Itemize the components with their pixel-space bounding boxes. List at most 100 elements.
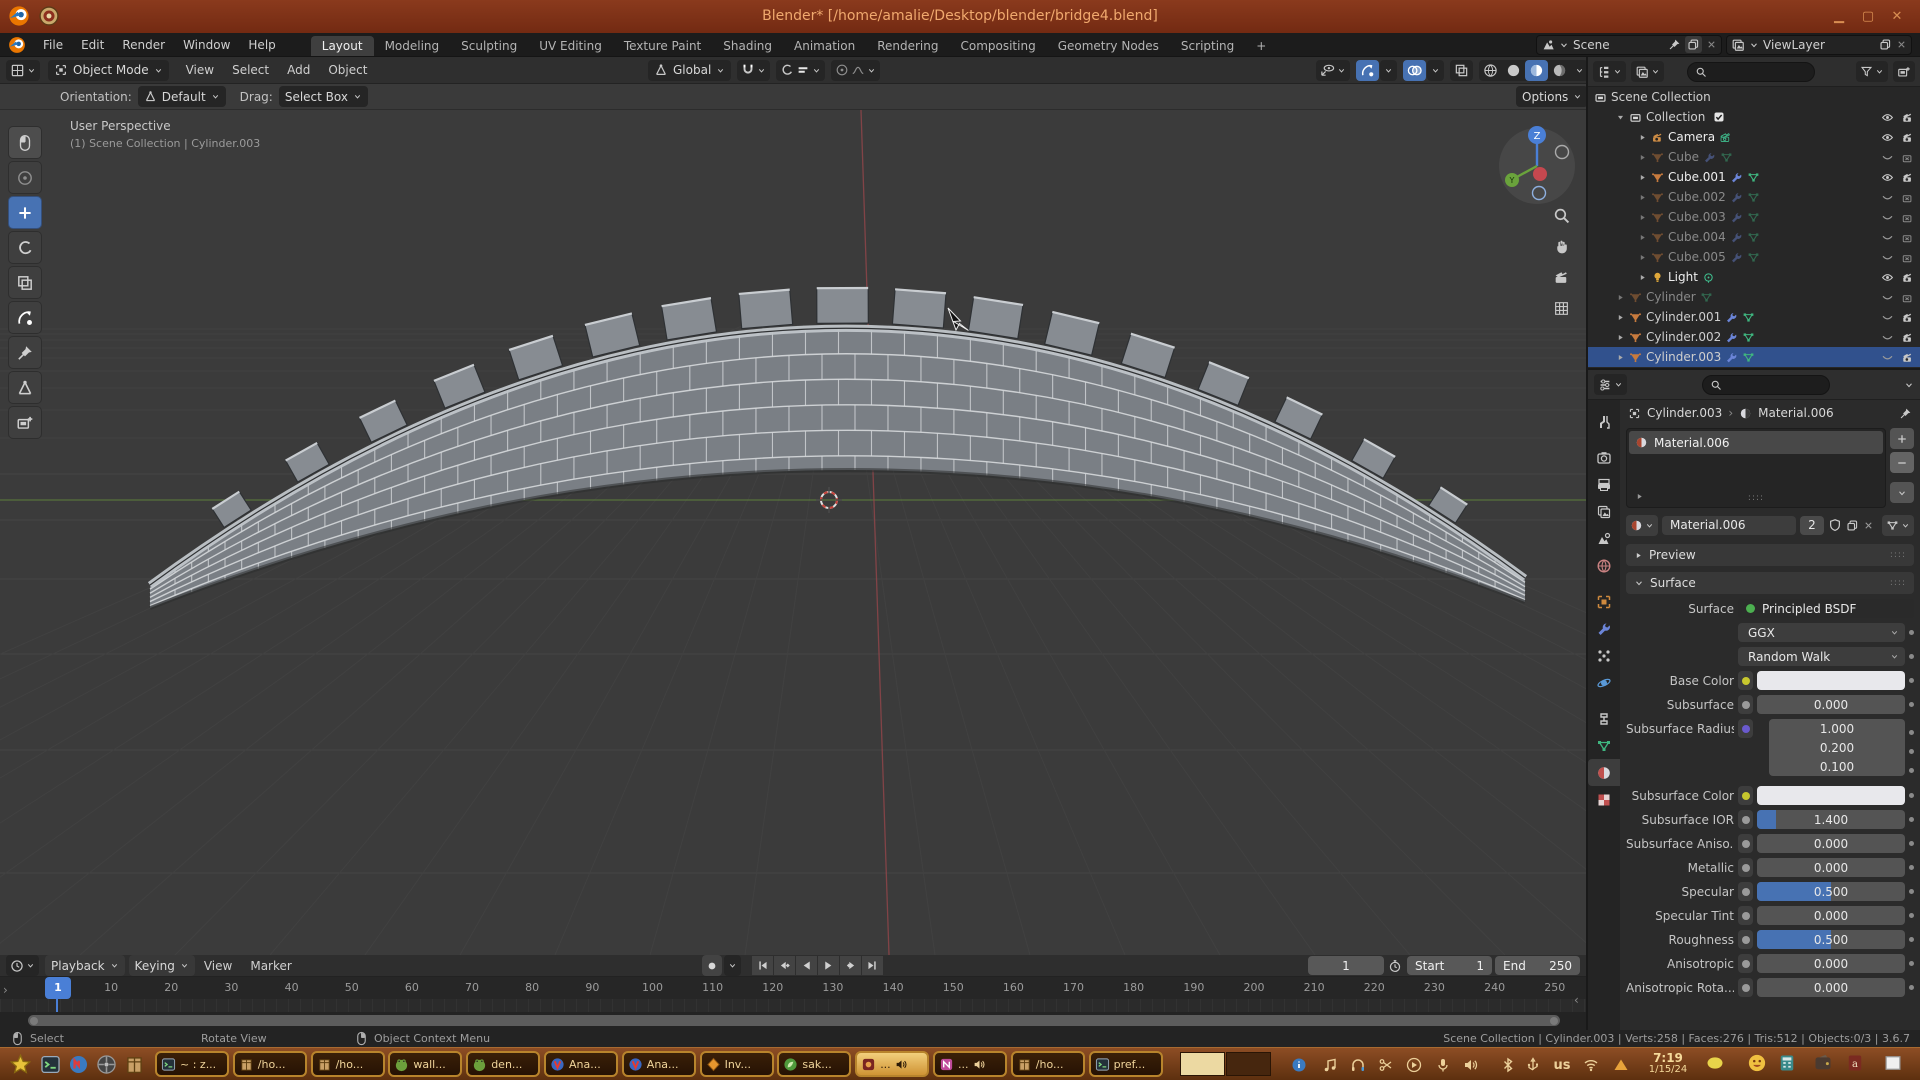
tray-keyboard-us-icon[interactable]: us	[1553, 1056, 1571, 1074]
tray-info-icon[interactable]	[1290, 1056, 1308, 1074]
properties-tab-tool[interactable]	[1588, 408, 1620, 435]
orientation-default-dropdown[interactable]: Default	[138, 86, 226, 107]
material-specials-button[interactable]	[1882, 515, 1914, 536]
animate-decorator[interactable]	[1909, 841, 1914, 846]
surface-panel-header[interactable]: Surface ::::	[1626, 572, 1914, 594]
viewlayer-selector[interactable]: ViewLayer	[1726, 35, 1912, 55]
eye-closed-icon[interactable]	[1881, 311, 1894, 324]
material-name-field[interactable]: Material.006	[1662, 516, 1796, 535]
snap-mode-dropdown[interactable]	[776, 60, 825, 81]
slot-specials-button[interactable]	[1890, 482, 1914, 503]
close-button[interactable]: ✕	[1886, 5, 1908, 27]
workspace-tab-compositing[interactable]: Compositing	[949, 36, 1046, 56]
panel-grip[interactable]: ::::	[1890, 578, 1906, 588]
value-field[interactable]: 0.000	[1757, 906, 1905, 925]
timeline-editor-type-button[interactable]	[6, 955, 39, 976]
outliner-row-light[interactable]: Light	[1588, 267, 1920, 287]
task-button-8[interactable]: sak...	[777, 1051, 851, 1077]
outliner-row-camera[interactable]: Camera	[1588, 127, 1920, 147]
task-button-7[interactable]: Inv...	[700, 1051, 774, 1077]
scene-name[interactable]: Scene	[1573, 38, 1664, 52]
new-collection-button[interactable]	[1893, 61, 1915, 82]
task-button-11[interactable]: /ho...	[1011, 1051, 1085, 1077]
eye-closed-icon[interactable]	[1881, 231, 1894, 244]
task-button-5[interactable]: Ana...	[544, 1051, 618, 1077]
taskbar-clock[interactable]: 7:19 1/15/24	[1642, 1052, 1694, 1076]
tray-mic-icon[interactable]	[1434, 1056, 1452, 1074]
viewport-menu-add[interactable]: Add	[278, 58, 319, 82]
tool-rotate[interactable]	[8, 231, 42, 264]
socket-button[interactable]	[1738, 954, 1753, 973]
pin-icon[interactable]	[1899, 407, 1912, 420]
workspace-tab-rendering[interactable]: Rendering	[866, 36, 949, 56]
eye-closed-icon[interactable]	[1881, 331, 1894, 344]
material-users-button[interactable]: 2	[1800, 516, 1824, 535]
navigation-gizmo[interactable]: ZY	[1496, 122, 1578, 204]
animate-decorator[interactable]	[1909, 630, 1914, 635]
shading-rendered-button[interactable]	[1548, 60, 1571, 81]
node-socket-field[interactable]: Principled BSDF	[1738, 599, 1914, 618]
panel-grip[interactable]: ::::	[1890, 550, 1906, 560]
disclosure-open-icon[interactable]	[1616, 113, 1625, 122]
timeline-collapse-icon[interactable]: ‹	[1574, 993, 1579, 1007]
tray-window-icon[interactable]	[1884, 1054, 1902, 1072]
socket-button[interactable]	[1738, 810, 1753, 829]
eye-closed-icon[interactable]	[1881, 211, 1894, 224]
tray-calculator-icon[interactable]	[1778, 1054, 1796, 1072]
menu-edit[interactable]: Edit	[72, 33, 113, 57]
eye-closed-icon[interactable]	[1881, 291, 1894, 304]
render-visibility-icon[interactable]	[1901, 111, 1914, 124]
tray-play-icon[interactable]	[1405, 1056, 1423, 1074]
ortho-grid-icon[interactable]	[1548, 295, 1574, 321]
animate-decorator[interactable]	[1909, 768, 1914, 773]
disclosure-closed-icon[interactable]	[1638, 153, 1647, 162]
eye-closed-icon[interactable]	[1881, 151, 1894, 164]
eye-closed-icon[interactable]	[1881, 351, 1894, 364]
material-slot-list[interactable]: Material.006 ::::	[1626, 428, 1886, 508]
snap-toggle[interactable]	[737, 60, 770, 81]
properties-tab-viewlayer[interactable]	[1588, 498, 1620, 525]
minimize-button[interactable]: ▁	[1828, 5, 1850, 27]
transform-orientation-dropdown[interactable]: Global	[648, 60, 731, 81]
overlays-toggle[interactable]	[1403, 60, 1426, 81]
outliner-row-cube-003[interactable]: Cube.003	[1588, 207, 1920, 227]
task-button-12[interactable]: pref...	[1089, 1051, 1163, 1077]
value-field[interactable]: 0.000	[1757, 834, 1905, 853]
scene-selector[interactable]: Scene	[1536, 35, 1722, 55]
properties-tab-physics[interactable]	[1588, 669, 1620, 696]
value-field[interactable]: 0.000	[1757, 695, 1905, 714]
maximize-button[interactable]: ▢	[1857, 5, 1879, 27]
preview-range-icon[interactable]	[1388, 959, 1402, 973]
workspace-tab-modeling[interactable]: Modeling	[374, 36, 451, 56]
render-disabled-icon[interactable]	[1901, 211, 1914, 224]
outliner-row-scene-collection[interactable]: Scene Collection	[1588, 87, 1920, 107]
options-dropdown[interactable]: Options	[1516, 86, 1588, 107]
dropdown-field-ggx[interactable]: GGX	[1738, 623, 1905, 642]
render-disabled-icon[interactable]	[1901, 151, 1914, 164]
properties-tab-render[interactable]	[1588, 444, 1620, 471]
new-scene-icon[interactable]	[1685, 36, 1702, 53]
xray-toggle[interactable]	[1450, 60, 1473, 81]
properties-options-icon[interactable]	[1904, 380, 1914, 390]
zoom-tool-icon[interactable]	[1548, 202, 1574, 228]
transport-jump-to-start[interactable]	[752, 956, 773, 975]
color-swatch-field[interactable]	[1757, 786, 1905, 805]
outliner-editor-type-button[interactable]	[1593, 61, 1626, 82]
current-frame-field[interactable]: 1	[1308, 956, 1384, 975]
disclosure-closed-icon[interactable]	[1638, 233, 1647, 242]
disclosure-closed-icon[interactable]	[1638, 193, 1647, 202]
menu-render[interactable]: Render	[113, 33, 174, 57]
gizmos-dropdown[interactable]	[1380, 60, 1397, 81]
outliner-display-mode-button[interactable]	[1631, 61, 1664, 82]
properties-search-input[interactable]	[1702, 375, 1830, 395]
workspace-tab-texture-paint[interactable]: Texture Paint	[613, 36, 712, 56]
properties-tab-texture[interactable]	[1588, 786, 1620, 813]
render-visibility-icon[interactable]	[1901, 131, 1914, 144]
animate-decorator[interactable]	[1909, 865, 1914, 870]
add-workspace-button[interactable]: +	[1245, 36, 1277, 56]
disclosure-closed-icon[interactable]	[1616, 353, 1625, 362]
tray-volume-icon[interactable]	[1462, 1056, 1480, 1074]
render-visibility-icon[interactable]	[1901, 271, 1914, 284]
render-disabled-icon[interactable]	[1901, 231, 1914, 244]
value-field[interactable]: 0.000	[1757, 954, 1905, 973]
